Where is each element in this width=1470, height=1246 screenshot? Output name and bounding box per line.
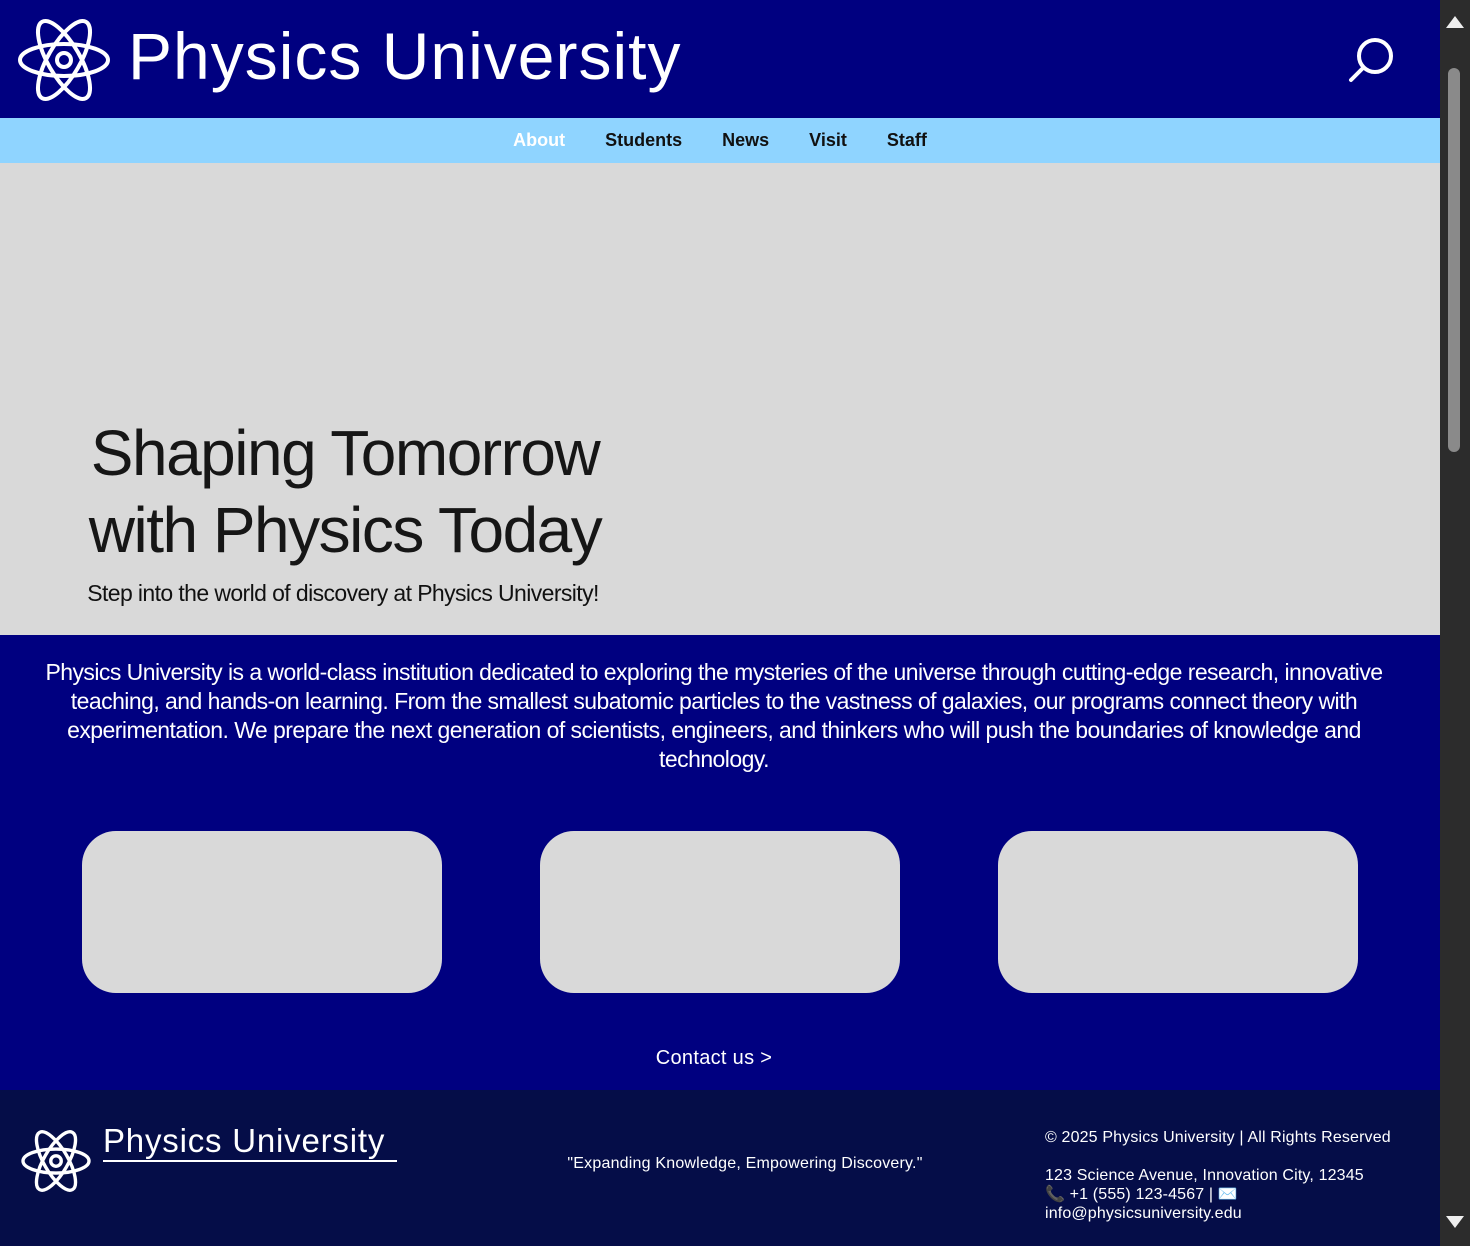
contact-us-link[interactable]: Contact us >: [0, 1043, 1428, 1073]
scroll-up-arrow-icon[interactable]: [1446, 16, 1464, 28]
hero-title: Shaping Tomorrow with Physics Today: [30, 415, 660, 569]
feature-card-3[interactable]: [998, 831, 1358, 993]
nav-item-staff[interactable]: Staff: [887, 130, 927, 151]
atom-icon[interactable]: [16, 8, 112, 112]
scrollbar-thumb[interactable]: [1448, 68, 1460, 452]
feature-card-2[interactable]: [540, 831, 900, 993]
hero-subtitle: Step into the world of discovery at Phys…: [87, 580, 599, 606]
atom-icon: [21, 1130, 91, 1192]
nav-item-news[interactable]: News: [722, 130, 769, 151]
copyright-text: © 2025 Physics University | All Rights R…: [1045, 1129, 1391, 1146]
scroll-down-arrow-icon[interactable]: [1446, 1216, 1464, 1228]
main-nav: About Students News Visit Staff: [0, 118, 1440, 163]
hero-title-line-1: Shaping Tomorrow: [90, 417, 601, 489]
nav-item-students[interactable]: Students: [605, 130, 682, 151]
hero-section: Shaping Tomorrow with Physics Today Step…: [0, 163, 1440, 635]
intro-text: Physics University is a world-class inst…: [45, 659, 1383, 772]
site-header: Physics University: [0, 0, 1440, 118]
feature-card-1[interactable]: [82, 831, 442, 993]
email-link[interactable]: info@physicsuniversity.edu: [1045, 1204, 1425, 1223]
intro-section: Physics University is a world-class inst…: [0, 635, 1440, 1090]
hero-title-line-2: with Physics Today: [88, 494, 603, 566]
vertical-scrollbar[interactable]: [1440, 0, 1470, 1246]
search-icon[interactable]: [1346, 34, 1398, 86]
site-title[interactable]: Physics University: [128, 14, 681, 98]
nav-item-about[interactable]: About: [513, 130, 565, 151]
site-footer: Physics University "Expanding Knowledge,…: [0, 1090, 1440, 1246]
page: Physics University About Students News V…: [0, 0, 1440, 1246]
nav-item-visit[interactable]: Visit: [809, 130, 847, 151]
nav-list: About Students News Visit Staff: [0, 118, 1440, 163]
address-text: 123 Science Avenue, Innovation City, 123…: [1045, 1167, 1364, 1184]
phone-text: 📞 +1 (555) 123-4567 | ✉️: [1045, 1186, 1238, 1203]
footer-contact-info: © 2025 Physics University | All Rights R…: [1045, 1128, 1425, 1223]
footer-title[interactable]: Physics University: [103, 1122, 397, 1162]
footer-tagline: "Expanding Knowledge, Empowering Discove…: [567, 1155, 923, 1172]
